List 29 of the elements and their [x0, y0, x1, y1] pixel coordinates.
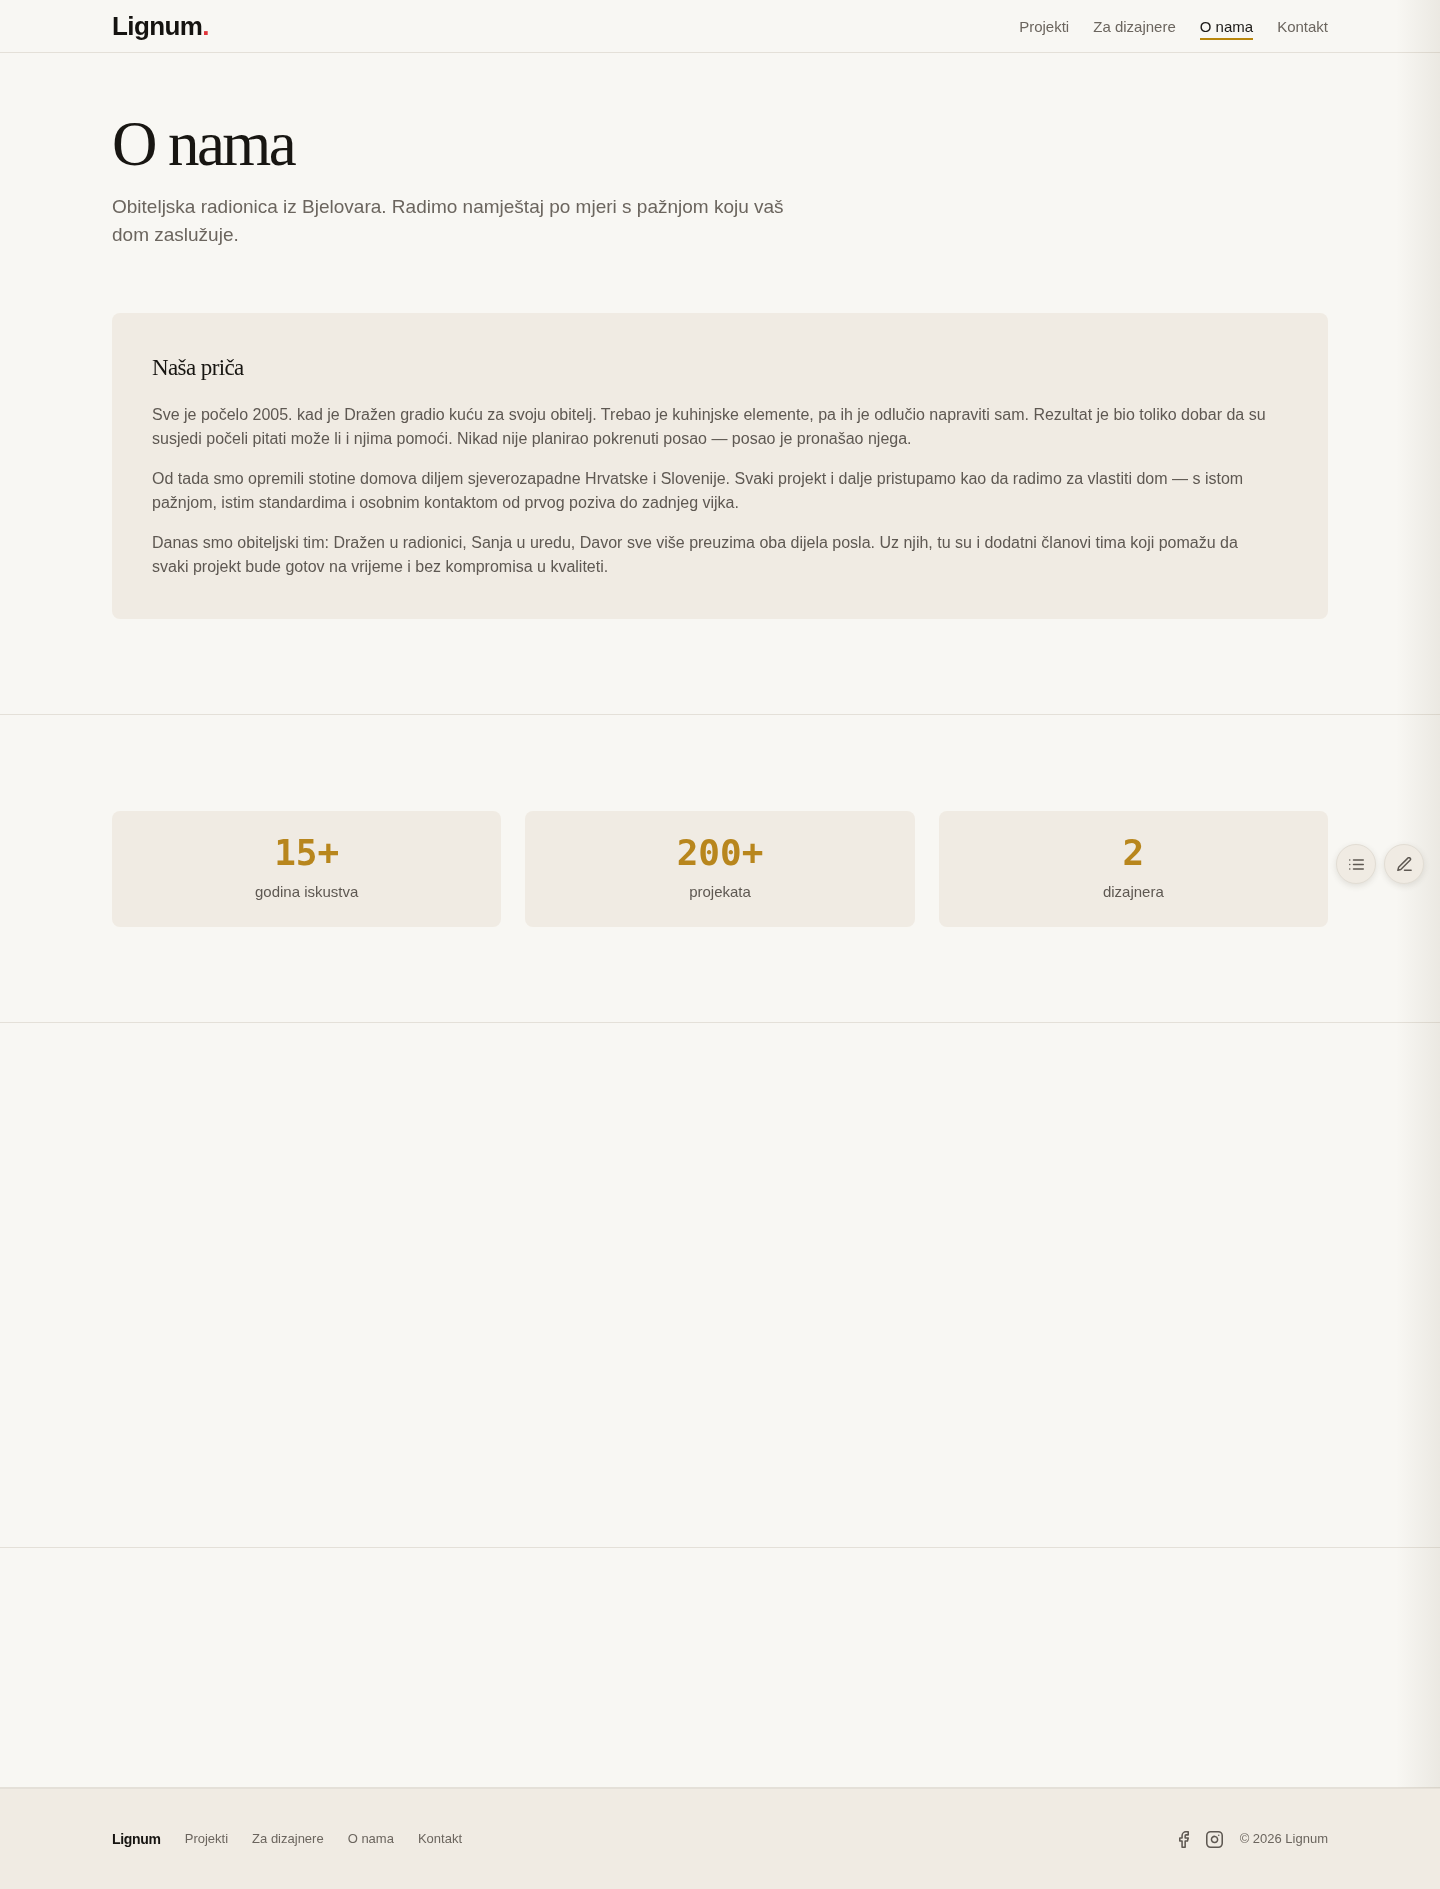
list-button[interactable]: [1336, 844, 1376, 884]
stat-label: dizajnera: [1102, 882, 1164, 902]
footer-logo[interactable]: Lignum: [112, 1830, 161, 1848]
nav-link[interactable]: Kontakt: [1277, 12, 1328, 40]
stat-value: 15+: [274, 831, 340, 874]
nav-link[interactable]: Projekti: [1019, 12, 1070, 40]
section-heading: Naša priča: [152, 354, 244, 382]
logo[interactable]: Lignum.: [112, 11, 209, 41]
story-paragraph: Od tada smo opremili stotine domova diljem sjeverozapadne Hrvatske i Slovenije. Svaki projekt i dalje pristupamo kao da radimo za vlastiti dom — s istom pažnjom, istim standardima i osobnim kontaktom od prvog poziva do zadnjeg vijka.: [152, 469, 1245, 513]
instagram-icon[interactable]: [1205, 1830, 1223, 1848]
footer-link[interactable]: Projekti: [184, 1831, 229, 1847]
nav-link[interactable]: Za dizajnere: [1093, 12, 1176, 40]
nav-link[interactable]: O nama: [1199, 12, 1254, 40]
edit-button[interactable]: [1384, 844, 1424, 884]
footer-link[interactable]: O nama: [347, 1831, 394, 1847]
facebook-icon[interactable]: [1178, 1830, 1189, 1848]
page-subtitle: Obiteljska radionica iz Bjelovara. Radimo namještaj po mjeri s pažnjom koju vaš dom zaslužuje.: [112, 195, 785, 247]
page-title: O nama: [112, 109, 295, 179]
story-paragraph: Sve je počelo 2005. kad je Dražen gradio kuću za svoju obitelj. Trebao je kuhinjske elemente, pa ih je odlučio napraviti sam. Rezultat je bio toliko dobar da su susjedi počeli pitati može li i njima pomoći. Nikad nije planirao pokrenuti posao — posao je pronašao njega.: [152, 405, 1267, 449]
footer-link[interactable]: Za dizajnere: [252, 1831, 324, 1847]
stat-value: 200+: [676, 831, 764, 874]
pencil-icon: [1396, 857, 1412, 871]
footer-link[interactable]: Kontakt: [417, 1831, 462, 1847]
copyright-text: © 2026 Lignum: [1239, 1831, 1328, 1847]
stat-label: godina iskustva: [254, 882, 359, 902]
stat-value: 2: [1122, 831, 1145, 874]
stat-label: projekata: [689, 882, 751, 902]
story-paragraph: Danas smo obiteljski tim: Dražen u radionici, Sanja u uredu, Davor sve više preuzima oba dijela posla. Uz njih, tu su i dodatni članovi tima koji pomažu da svaki projekt bude gotov na vrijeme i bez kompromisa u kvaliteti.: [152, 533, 1239, 577]
list-icon: [1348, 858, 1364, 870]
